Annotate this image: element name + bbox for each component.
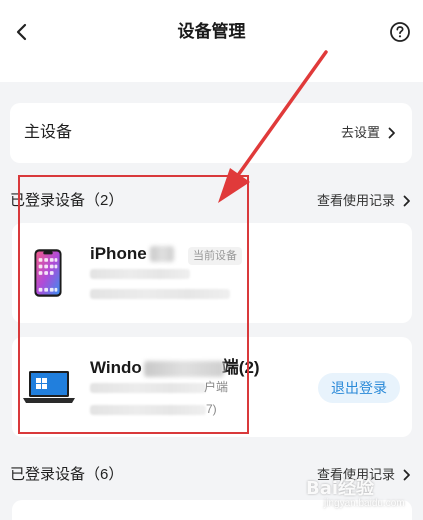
view-usage-records-label: 查看使用记录 xyxy=(316,193,395,208)
question-circle-icon[interactable] xyxy=(389,21,411,43)
device-card-iphone[interactable]: iPhone 当前设备 xyxy=(12,223,412,323)
primary-device-row[interactable]: 主设备 去设置 xyxy=(10,103,412,163)
view-usage-records-label: 查看使用记录 xyxy=(316,467,395,482)
device-card-windows[interactable]: Windo 端(2) 户端 7) 退出登录 xyxy=(12,337,412,437)
current-device-badge: 当前设备 xyxy=(188,247,242,265)
redacted-detail-line xyxy=(90,289,230,299)
primary-device-label: 主设备 xyxy=(24,124,73,141)
view-usage-records-link[interactable]: 查看使用记录 xyxy=(317,192,411,210)
chevron-right-icon xyxy=(403,469,410,481)
logged-in-section-header: 已登录设备（2） 查看使用记录 xyxy=(10,190,413,212)
view-usage-records-link-2[interactable]: 查看使用记录 xyxy=(317,466,411,484)
other-devices-section-header: 已登录设备（6） 查看使用记录 xyxy=(10,464,413,486)
device-name-iphone: iPhone xyxy=(90,244,147,263)
chevron-right-icon xyxy=(403,195,410,207)
logout-button[interactable]: 退出登录 xyxy=(318,373,400,403)
redacted-block xyxy=(144,361,224,377)
device-card-partial[interactable] xyxy=(12,500,412,520)
goto-settings-link[interactable]: 去设置 xyxy=(341,124,396,142)
device-detail-fragment: 户端 xyxy=(204,380,229,394)
goto-settings-label: 去设置 xyxy=(340,125,380,140)
page-title: 设备管理 xyxy=(177,22,246,41)
iphone-device-icon xyxy=(34,249,62,297)
laptop-device-icon xyxy=(23,371,75,403)
chevron-right-icon xyxy=(388,127,395,139)
other-devices-section-title: 已登录设备（6） xyxy=(10,466,124,483)
redacted-detail-line xyxy=(90,405,206,415)
redacted-block xyxy=(150,246,174,262)
device-detail-fragment: 7) xyxy=(206,402,217,416)
redacted-detail-line xyxy=(90,269,190,279)
logged-in-section-title: 已登录设备（2） xyxy=(10,192,124,209)
top-bar: 设备管理 xyxy=(0,0,423,82)
redacted-detail-line xyxy=(90,383,206,393)
